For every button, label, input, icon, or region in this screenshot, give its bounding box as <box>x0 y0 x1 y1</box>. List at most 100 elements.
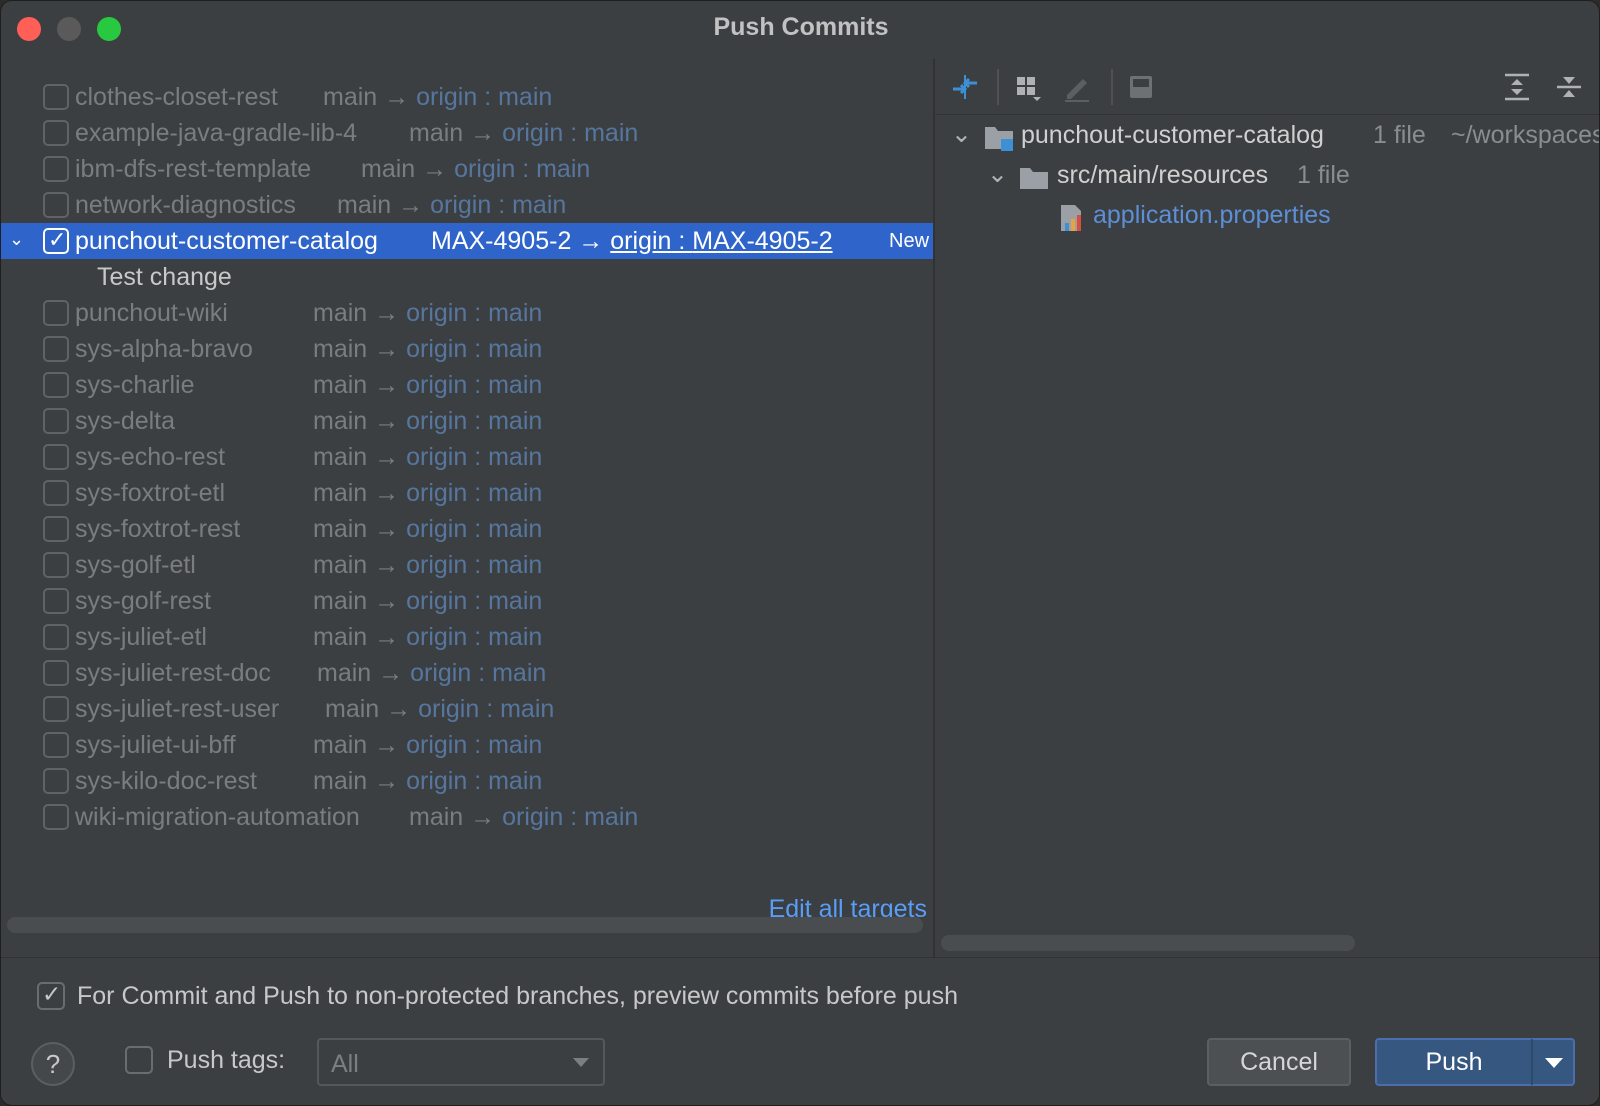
repository-checkbox[interactable] <box>43 732 69 758</box>
target-branch[interactable]: main <box>488 335 542 363</box>
target-branch[interactable]: main <box>488 371 542 399</box>
repository-row[interactable]: sys-juliet-rest-user main → origin : main <box>1 691 933 727</box>
diff-icon[interactable] <box>949 71 981 103</box>
repository-row[interactable]: sys-juliet-ui-bff main → origin : main <box>1 727 933 763</box>
repository-checkbox[interactable] <box>43 552 69 578</box>
remote-name[interactable]: origin <box>418 695 479 723</box>
target-branch[interactable]: main <box>488 515 542 543</box>
target-branch[interactable]: main <box>488 767 542 795</box>
repository-checkbox[interactable] <box>43 120 69 146</box>
target-branch[interactable]: main <box>488 407 542 435</box>
remote-name[interactable]: origin <box>406 551 467 579</box>
repository-checkbox[interactable] <box>43 696 69 722</box>
remote-name[interactable]: origin <box>406 479 467 507</box>
repository-checkbox[interactable] <box>43 516 69 542</box>
repository-row[interactable]: sys-alpha-bravo main → origin : main <box>1 331 933 367</box>
remote-name[interactable]: origin <box>406 731 467 759</box>
repository-checkbox[interactable] <box>43 336 69 362</box>
target-branch[interactable]: main <box>488 551 542 579</box>
repository-row[interactable]: clothes-closet-rest main → origin : main <box>1 79 933 115</box>
target-branch[interactable]: main <box>498 83 552 111</box>
remote-name[interactable]: origin <box>410 659 471 687</box>
repository-checkbox[interactable] <box>43 660 69 686</box>
repository-checkbox[interactable] <box>43 192 69 218</box>
target-branch[interactable]: main <box>512 191 566 219</box>
repository-row[interactable]: example-java-gradle-lib-4 main → origin :… <box>1 115 933 151</box>
repository-row[interactable]: punchout-wiki main → origin : main <box>1 295 933 331</box>
repository-row[interactable]: ⌄ ✓ punchout-customer-catalog MAX-4905-2 → … <box>1 223 934 259</box>
repository-row[interactable]: sys-golf-etl main → origin : main <box>1 547 933 583</box>
remote-name[interactable]: origin <box>406 371 467 399</box>
repository-checkbox[interactable] <box>43 84 69 110</box>
cancel-button[interactable]: Cancel <box>1207 1038 1351 1086</box>
chevron-down-icon[interactable]: ⌄ <box>951 119 972 149</box>
remote-name[interactable]: origin <box>406 515 467 543</box>
tree-root-node[interactable]: ⌄ punchout-customer-catalog 1 file ~/wor… <box>935 117 1599 157</box>
repository-row[interactable]: sys-foxtrot-rest main → origin : main <box>1 511 933 547</box>
edit-source-icon[interactable] <box>1061 71 1093 103</box>
repository-checkbox[interactable] <box>43 768 69 794</box>
repository-row[interactable]: sys-echo-rest main → origin : main <box>1 439 933 475</box>
repository-row[interactable]: sys-foxtrot-etl main → origin : main <box>1 475 933 511</box>
repository-row[interactable]: sys-juliet-etl main → origin : main <box>1 619 933 655</box>
target-branch[interactable]: main <box>492 659 546 687</box>
remote-name[interactable]: origin <box>416 83 477 111</box>
remote-name[interactable]: origin <box>502 119 563 147</box>
push-tags-select[interactable]: All <box>317 1038 605 1086</box>
repository-row[interactable]: wiki-migration-automation main → origin :… <box>1 799 933 835</box>
preview-commits-checkbox[interactable]: ✓ <box>37 981 65 1010</box>
target-branch[interactable]: main <box>536 155 590 183</box>
target-branch[interactable]: MAX-4905-2 <box>692 227 832 255</box>
remote-name[interactable]: origin <box>406 767 467 795</box>
tree-file-node[interactable]: application.properties <box>935 197 1599 237</box>
repository-checkbox[interactable] <box>43 624 69 650</box>
chevron-down-icon[interactable]: ⌄ <box>987 159 1008 189</box>
target-branch[interactable]: main <box>488 623 542 651</box>
repository-checkbox[interactable] <box>43 804 69 830</box>
left-horizontal-scrollbar[interactable] <box>7 917 923 933</box>
repository-row[interactable]: sys-juliet-rest-doc main → origin : main <box>1 655 933 691</box>
collapse-all-icon[interactable] <box>1553 71 1585 103</box>
help-button[interactable]: ? <box>31 1042 75 1086</box>
repository-checkbox[interactable] <box>43 588 69 614</box>
repository-checkbox[interactable]: ✓ <box>43 227 69 254</box>
repository-checkbox[interactable] <box>43 156 69 182</box>
target-branch[interactable]: main <box>488 587 542 615</box>
repository-row[interactable]: sys-charlie main → origin : main <box>1 367 933 403</box>
repository-row[interactable]: ibm-dfs-rest-template main → origin : mai… <box>1 151 933 187</box>
tree-folder-node[interactable]: ⌄ src/main/resources 1 file <box>935 157 1599 197</box>
file-name[interactable]: application.properties <box>1093 201 1331 230</box>
remote-name[interactable]: origin <box>406 587 467 615</box>
repository-row[interactable]: sys-delta main → origin : main <box>1 403 933 439</box>
repository-row[interactable]: sys-kilo-doc-rest main → origin : main <box>1 763 933 799</box>
remote-name[interactable]: origin <box>406 623 467 651</box>
remote-name[interactable]: origin <box>406 443 467 471</box>
remote-name[interactable]: origin <box>502 803 563 831</box>
remote-name[interactable]: origin <box>430 191 491 219</box>
target-branch[interactable]: main <box>584 803 638 831</box>
remote-name[interactable]: origin <box>454 155 515 183</box>
remote-name[interactable]: origin <box>406 335 467 363</box>
target-branch[interactable]: main <box>500 695 554 723</box>
remote-name[interactable]: origin <box>406 299 467 327</box>
right-horizontal-scrollbar[interactable] <box>941 935 1355 951</box>
target-branch[interactable]: main <box>488 731 542 759</box>
commit-row[interactable]: Test change <box>1 259 933 295</box>
push-options-dropdown[interactable] <box>1531 1038 1575 1086</box>
remote-name[interactable]: origin <box>406 407 467 435</box>
chevron-down-icon[interactable]: ⌄ <box>9 229 29 249</box>
repository-checkbox[interactable] <box>43 300 69 326</box>
expand-all-icon[interactable] <box>1501 71 1533 103</box>
repository-checkbox[interactable] <box>43 444 69 470</box>
repository-checkbox[interactable] <box>43 372 69 398</box>
target-branch[interactable]: main <box>488 299 542 327</box>
repository-row[interactable]: sys-golf-rest main → origin : main <box>1 583 933 619</box>
target-branch[interactable]: main <box>488 443 542 471</box>
group-by-icon[interactable] <box>1013 71 1045 103</box>
push-tags-checkbox[interactable] <box>125 1046 153 1074</box>
preview-diff-icon[interactable] <box>1125 71 1157 103</box>
repository-row[interactable]: network-diagnostics main → origin : main <box>1 187 933 223</box>
repository-checkbox[interactable] <box>43 408 69 434</box>
push-button[interactable]: Push <box>1375 1038 1533 1086</box>
repository-checkbox[interactable] <box>43 480 69 506</box>
